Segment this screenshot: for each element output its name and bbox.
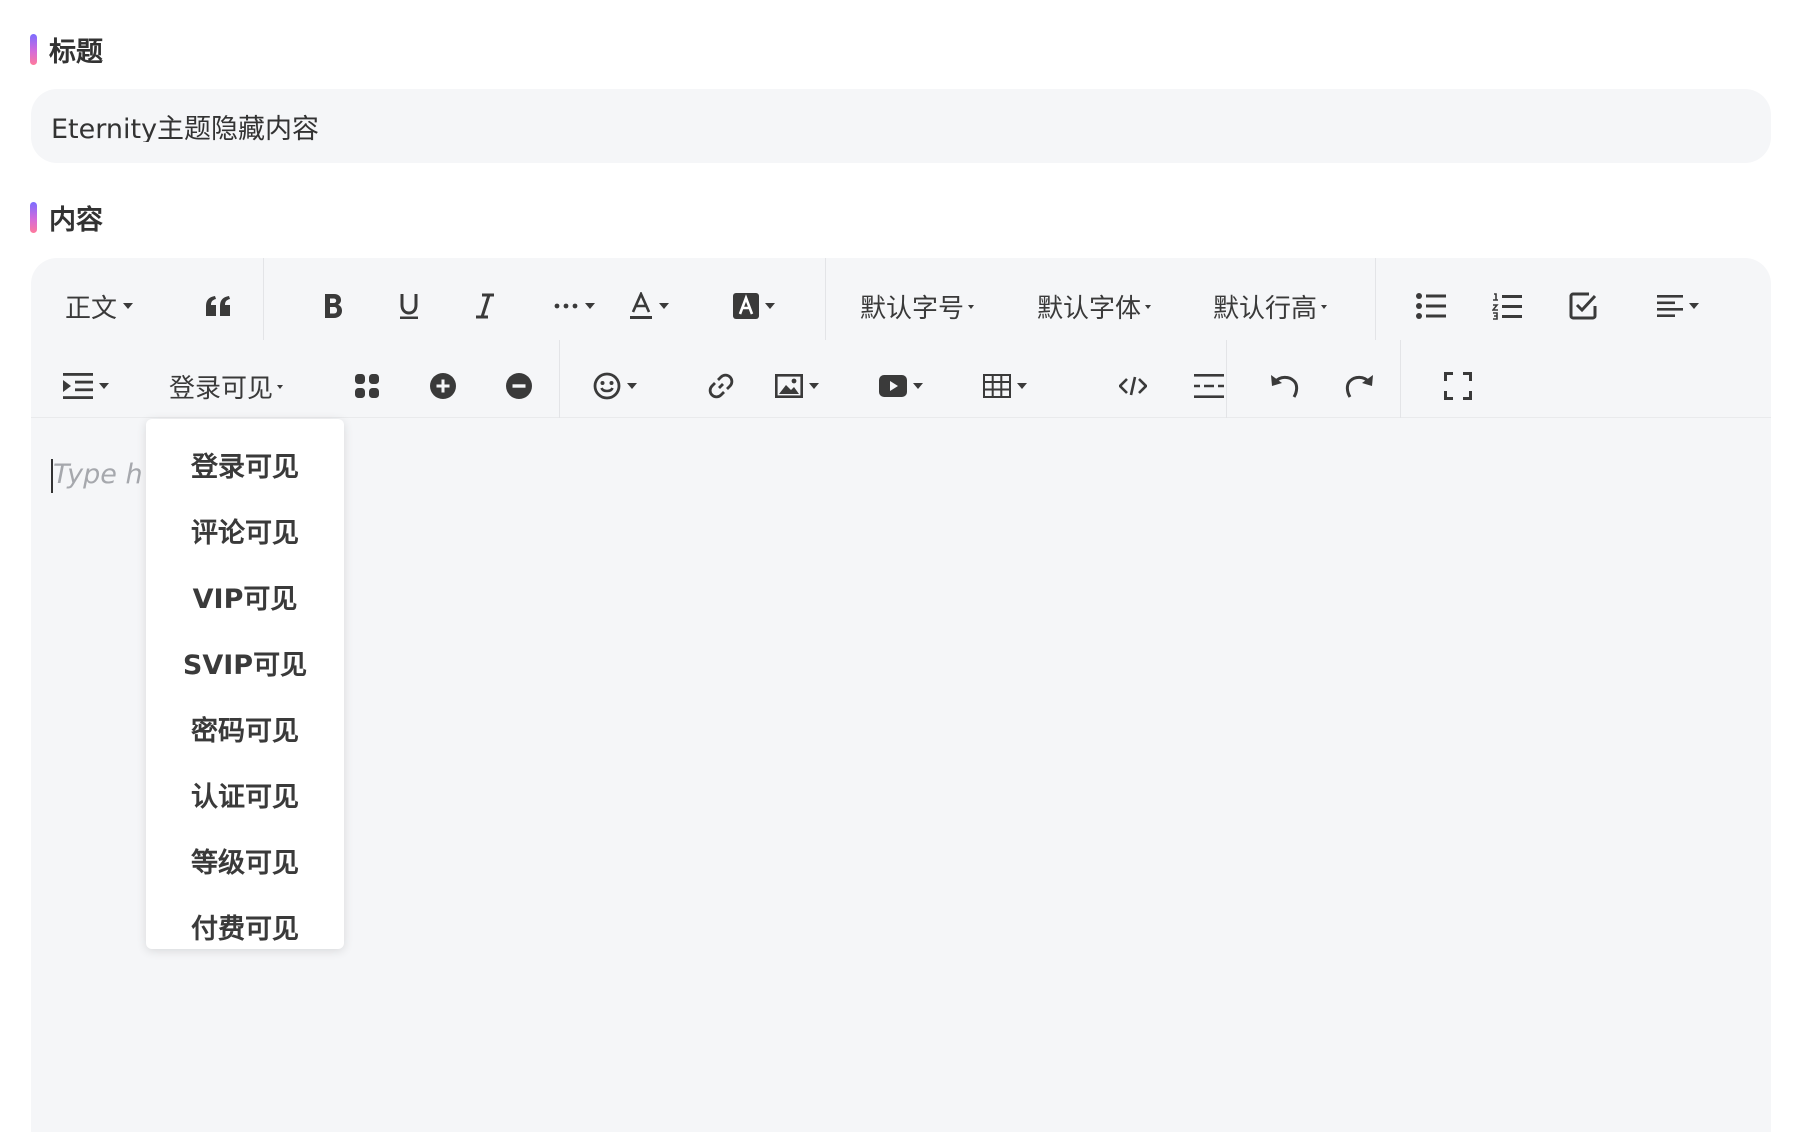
paragraph-style-dropdown[interactable]: 正文	[65, 278, 134, 334]
image-dropdown[interactable]	[775, 358, 819, 414]
video-icon	[879, 375, 907, 397]
menu-item-svip-visible[interactable]: SVIP可见	[146, 629, 344, 695]
menu-item-password-visible[interactable]: 密码可见	[146, 695, 344, 761]
chevron-down-icon	[1145, 305, 1152, 309]
title-input[interactable]	[51, 110, 1771, 142]
undo-button[interactable]	[1260, 358, 1308, 414]
more-icon	[554, 303, 578, 309]
numbered-list-icon	[1492, 293, 1522, 320]
hide-content-dropdown[interactable]: 登录可见	[169, 358, 284, 414]
emoji-icon	[593, 372, 621, 400]
title-label-text: 标题	[49, 37, 103, 68]
chevron-down-icon	[627, 383, 637, 389]
hide-content-label: 登录可见	[169, 373, 274, 404]
widgets-icon	[355, 374, 379, 398]
menu-item-vip-visible[interactable]: VIP可见	[146, 563, 344, 629]
menu-item-comment-visible[interactable]: 评论可见	[146, 497, 344, 563]
toolbar-divider	[263, 258, 264, 340]
indent-dropdown[interactable]	[63, 358, 109, 414]
link-icon	[708, 373, 734, 399]
line-height-dropdown[interactable]: 默认行高	[1213, 278, 1328, 334]
chevron-down-icon	[1017, 383, 1027, 389]
font-size-label: 默认字号	[860, 293, 965, 324]
chevron-down-icon	[913, 383, 923, 389]
image-icon	[775, 374, 803, 398]
font-color-icon	[630, 292, 652, 319]
menu-item-level-visible[interactable]: 等级可见	[146, 827, 344, 893]
editor-placeholder: Type h	[53, 459, 143, 490]
video-dropdown[interactable]	[879, 358, 923, 414]
link-button[interactable]	[697, 358, 745, 414]
plus-circle-icon	[430, 373, 456, 399]
toolbar-divider	[825, 258, 826, 340]
fullscreen-button[interactable]	[1434, 358, 1482, 414]
indent-icon	[63, 373, 93, 399]
italic-icon	[476, 293, 494, 319]
widgets-button[interactable]	[343, 358, 391, 414]
editor-toolbar: 正文 默认字号 默认字体 默认行高 登录可见	[31, 258, 1771, 418]
chevron-down-icon	[1689, 303, 1699, 309]
paragraph-style-label: 正文	[65, 293, 118, 324]
menu-item-verified-visible[interactable]: 认证可见	[146, 761, 344, 827]
bullet-list-button[interactable]	[1407, 278, 1455, 334]
chevron-down-icon	[585, 303, 595, 309]
toolbar-divider	[1400, 340, 1401, 418]
table-icon	[983, 374, 1011, 398]
toolbar-divider	[1226, 340, 1227, 418]
align-dropdown[interactable]	[1657, 278, 1699, 334]
title-input-wrapper	[31, 89, 1771, 163]
content-section-label: 内容	[30, 198, 103, 237]
chevron-down-icon	[99, 383, 109, 389]
chevron-down-icon	[765, 303, 775, 309]
minus-circle-icon	[506, 373, 532, 399]
font-color-dropdown[interactable]	[629, 278, 669, 334]
bold-icon	[325, 294, 342, 318]
redo-button[interactable]	[1336, 358, 1384, 414]
menu-item-login-visible[interactable]: 登录可见	[146, 431, 344, 497]
code-icon	[1119, 376, 1147, 396]
chevron-down-icon	[968, 305, 975, 309]
more-styles-dropdown[interactable]	[553, 278, 595, 334]
toolbar-divider	[1375, 258, 1376, 340]
underline-button[interactable]	[385, 278, 433, 334]
quote-icon	[206, 296, 230, 316]
italic-button[interactable]	[461, 278, 509, 334]
underline-icon	[400, 294, 418, 319]
fullscreen-icon	[1444, 372, 1472, 400]
background-color-dropdown[interactable]	[733, 278, 775, 334]
checkbox-icon	[1569, 292, 1597, 320]
blockquote-button[interactable]	[197, 278, 239, 334]
code-button[interactable]	[1109, 358, 1157, 414]
bullet-list-icon	[1416, 293, 1446, 319]
emoji-dropdown[interactable]	[593, 358, 637, 414]
numbered-list-button[interactable]	[1483, 278, 1531, 334]
font-family-label: 默认字体	[1037, 293, 1142, 324]
chevron-down-icon	[809, 383, 819, 389]
table-dropdown[interactable]	[983, 358, 1027, 414]
chevron-down-icon	[277, 385, 284, 389]
todo-list-button[interactable]	[1559, 278, 1607, 334]
hide-content-menu: 登录可见 评论可见 VIP可见 SVIP可见 密码可见 认证可见 等级可见 付费…	[146, 419, 344, 949]
title-section-label: 标题	[30, 30, 103, 69]
toolbar-divider	[559, 340, 560, 418]
background-color-icon	[733, 293, 759, 319]
horizontal-rule-icon	[1194, 374, 1224, 398]
align-left-icon	[1657, 295, 1683, 317]
content-label-text: 内容	[49, 205, 103, 236]
accent-bar	[30, 34, 37, 65]
accent-bar	[30, 202, 37, 233]
remove-button[interactable]	[495, 358, 543, 414]
bold-button[interactable]	[309, 278, 357, 334]
redo-icon	[1345, 375, 1373, 398]
line-height-label: 默认行高	[1213, 293, 1318, 324]
chevron-down-icon	[1321, 305, 1328, 309]
menu-item-paid-visible[interactable]: 付费可见	[146, 893, 344, 959]
chevron-down-icon	[659, 303, 669, 309]
font-family-dropdown[interactable]: 默认字体	[1037, 278, 1152, 334]
undo-icon	[1271, 375, 1299, 398]
add-button[interactable]	[419, 358, 467, 414]
font-size-dropdown[interactable]: 默认字号	[860, 278, 975, 334]
chevron-down-icon	[123, 303, 134, 309]
